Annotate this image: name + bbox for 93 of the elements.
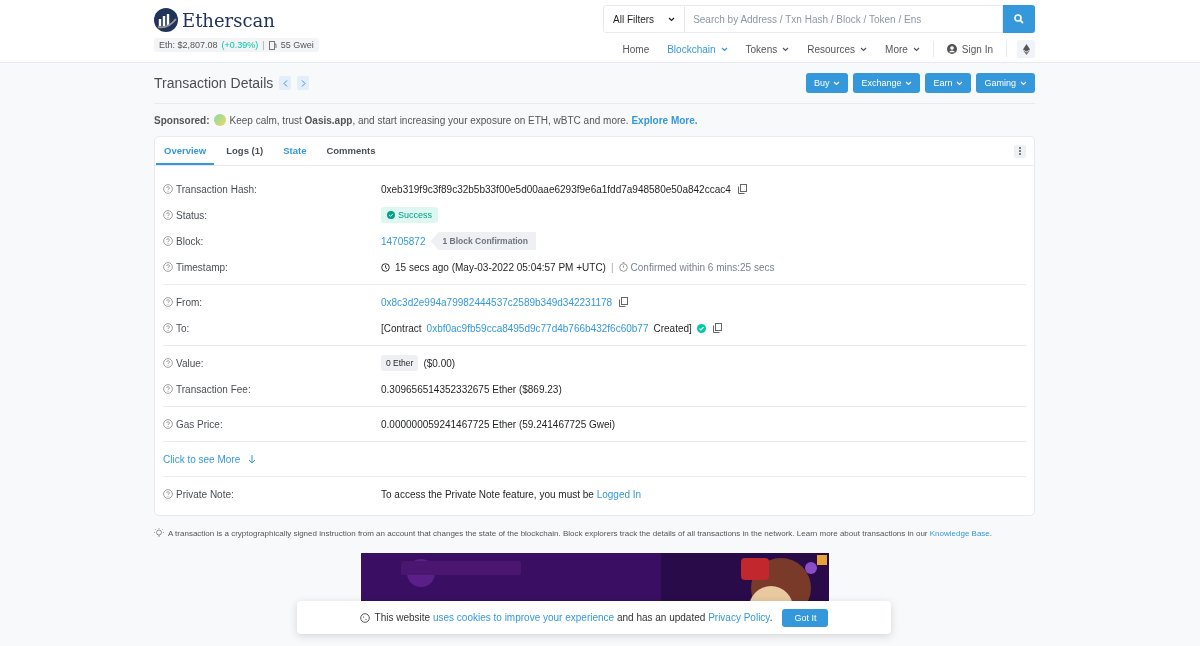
lightbulb-icon — [154, 528, 164, 538]
field-label: To: — [176, 322, 190, 334]
field-label: Status: — [176, 209, 208, 221]
menu-button[interactable]: Gaming — [976, 73, 1035, 93]
help-icon — [163, 419, 173, 429]
sponsored-text: Keep calm, trust Oasis.app, and start increasing your exposure on ETH, wBTC and more. Explore More. — [229, 114, 698, 126]
sponsor-logo-icon — [213, 114, 226, 126]
nav-item[interactable]: More — [876, 43, 929, 55]
cookie-text: This website uses cookies to improve your experience and has an updated Privacy Policy. — [374, 612, 773, 623]
menu-button[interactable]: Buy — [805, 73, 849, 93]
help-icon — [163, 489, 173, 499]
see-more-link[interactable]: Click to see More — [163, 453, 241, 465]
nav-item[interactable]: Resources — [798, 43, 877, 55]
eth-price: Eth: $2,807.08 — [159, 40, 218, 50]
logo-text: Etherscan — [182, 9, 275, 31]
verified-icon — [696, 323, 706, 333]
confirmation-badge: 1 Block Confirmation — [430, 232, 536, 250]
login-link[interactable]: Logged In — [596, 488, 642, 500]
nav-item[interactable]: Tokens — [736, 43, 799, 55]
contract-link[interactable]: 0xbf0ac9fb59cca8495d9c77d4b766b432f6c60b77 — [426, 322, 649, 334]
field-label: Transaction Hash: — [176, 183, 257, 195]
down-arrow-icon — [248, 454, 257, 464]
sponsored-label: Sponsored: — [154, 114, 210, 126]
field-label: Value: — [176, 357, 204, 369]
separator-text: | — [610, 261, 614, 273]
timer-icon — [618, 262, 628, 272]
contract-prefix: [Contract — [381, 322, 422, 334]
cookies-link[interactable]: uses cookies to improve your experience — [432, 612, 615, 623]
help-icon — [163, 384, 173, 394]
nav-item[interactable]: Blockchain — [658, 43, 737, 55]
ethereum-icon[interactable] — [1017, 40, 1035, 58]
sign-in-link[interactable]: Sign In — [937, 43, 1002, 55]
got-it-button[interactable]: Got It — [782, 608, 829, 627]
timestamp-text: 15 secs ago (May-03-2022 05:04:57 PM +UTC) — [395, 261, 606, 273]
price-change: (+0.39%) — [221, 40, 259, 50]
nav-item[interactable]: Home — [613, 43, 659, 55]
copy-icon[interactable] — [712, 323, 722, 333]
gas-price: 55 Gwei — [280, 40, 314, 50]
info-text: A transaction is a cryptographically signed instruction from an account that changes the state of the blockchain. Block explorers track the details of all transactions in the network. Learn more about transactions in our Knowledge Base. — [168, 528, 993, 538]
ether-amount: 0 Ether — [381, 355, 419, 371]
status-badge: Success — [381, 207, 438, 223]
help-icon — [163, 210, 173, 220]
search-icon — [1014, 14, 1024, 24]
clock-icon — [381, 262, 390, 272]
note-text: To access the Private Note feature, you must be Logged In — [381, 488, 642, 500]
confirmation-time: Confirmed within 6 mins:25 secs — [630, 261, 775, 273]
privacy-policy-link[interactable]: Privacy Policy — [708, 612, 770, 623]
caret-icon — [1020, 80, 1027, 86]
address-link[interactable]: 0x8c3d2e994a79982444537c2589b349d342231178 — [381, 296, 613, 308]
caret-icon — [956, 80, 964, 86]
gas-pump-icon — [268, 40, 277, 50]
knowledge-base-link[interactable]: Knowledge Base — [929, 528, 990, 538]
filter-dropdown[interactable]: All Filters — [603, 5, 686, 33]
tab[interactable]: Overview — [156, 137, 215, 165]
separator-text: | — [262, 40, 265, 50]
cookie-icon — [359, 612, 370, 623]
caret-icon — [668, 16, 676, 22]
tab[interactable]: Logs (1) — [218, 137, 272, 165]
explore-link[interactable]: Explore More. — [631, 114, 698, 126]
chevron-right-icon — [300, 79, 306, 87]
search-button[interactable] — [1003, 5, 1035, 33]
field-label: Private Note: — [176, 488, 234, 500]
field-label: Gas Price: — [176, 418, 223, 430]
transaction-hash: 0xeb319f9c3f89c32b5b33f00e5d00aae6293f9e6a1fdd7a948580e50a842ccac4 — [381, 183, 731, 195]
chevron-left-icon — [282, 79, 288, 87]
caret-icon — [905, 80, 913, 86]
field-value: 0.309656514352332675 Ether ($869.23) — [381, 383, 562, 395]
help-icon — [163, 236, 173, 246]
contract-suffix: Created] — [653, 322, 692, 334]
caret-icon — [833, 80, 841, 86]
tab[interactable]: State — [275, 137, 315, 165]
field-value: 0.000000059241467725 Ether (59.241467725 Gwei) — [381, 418, 616, 430]
help-icon — [163, 358, 173, 368]
block-link[interactable]: 14705872 — [381, 235, 426, 247]
copy-icon[interactable] — [619, 297, 629, 307]
field-label: Timestamp: — [176, 261, 228, 273]
tab[interactable]: Comments — [318, 137, 384, 165]
usd-value: ($0.00) — [423, 357, 456, 369]
logo-icon — [154, 8, 178, 32]
help-icon — [163, 262, 173, 272]
field-label: Block: — [176, 235, 204, 247]
field-label: From: — [176, 296, 203, 308]
page-title: Transaction Details — [154, 75, 274, 91]
user-icon — [946, 44, 957, 54]
menu-button[interactable]: Exchange — [853, 73, 921, 93]
help-icon — [163, 184, 173, 194]
search-field[interactable]: Search by Address / Txn Hash / Block / Token / Ens — [685, 5, 1003, 33]
help-icon — [163, 297, 173, 307]
field-label: Transaction Fee: — [176, 383, 251, 395]
copy-icon[interactable] — [737, 184, 747, 194]
help-icon — [163, 323, 173, 333]
more-options-icon[interactable] — [1014, 144, 1026, 158]
menu-button[interactable]: Earn — [925, 73, 972, 93]
